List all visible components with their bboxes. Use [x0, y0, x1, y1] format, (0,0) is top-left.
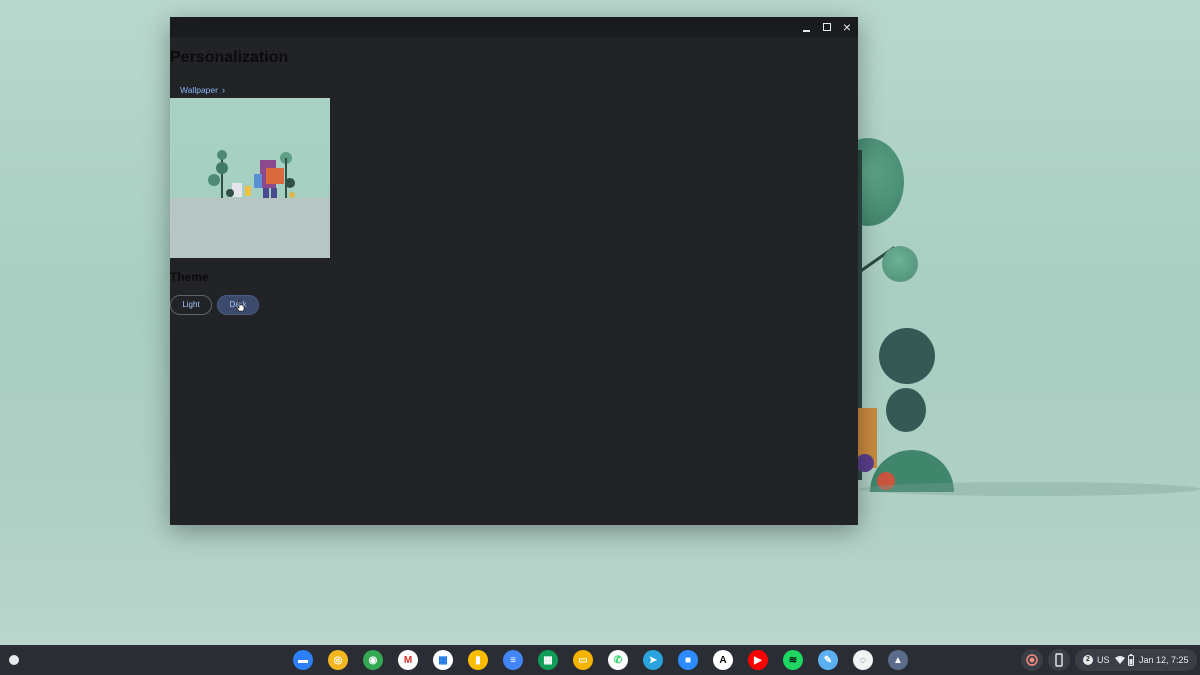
wallpaper-thumbnail-art [170, 150, 330, 258]
zoom-icon[interactable]: ■ [678, 650, 698, 670]
wifi-icon [1115, 656, 1125, 664]
wallpaper-preview[interactable] [170, 98, 330, 258]
wallpaper-tree-small [882, 246, 918, 282]
telegram-icon[interactable]: ➤ [643, 650, 663, 670]
notification-count-badge: 2 [1083, 655, 1093, 665]
window-titlebar[interactable]: × [170, 17, 858, 37]
personalization-app-icon[interactable]: ▲ [888, 650, 908, 670]
slides-icon[interactable]: ▭ [573, 650, 593, 670]
wallpaper-tree-dark-lower [886, 388, 926, 432]
chrome-canary-icon[interactable]: ◎ [328, 650, 348, 670]
theme-section-title: Theme [170, 270, 209, 284]
app-circle-icon[interactable]: ◌ [853, 650, 873, 670]
spotify-icon[interactable]: ≋ [783, 650, 803, 670]
breadcrumb-label: Wallpaper [180, 85, 218, 95]
shelf: ▬ ◎ ◉ M ▦ ▮ ≡ ▦ ▭ ✆ ➤ ■ A ▶ ≋ ✎ ◌ ▲ 2 US Jan 12, 7:25 [0, 645, 1200, 675]
chevron-right-icon: › [221, 85, 225, 95]
battery-icon [1128, 654, 1134, 666]
wallpaper-ball [856, 454, 874, 472]
minimize-icon[interactable] [799, 19, 815, 35]
files-icon[interactable]: ▬ [293, 650, 313, 670]
wallpaper-floor-shadow [860, 482, 1200, 496]
hand-cursor-icon [236, 300, 245, 312]
app-a-icon[interactable]: A [713, 650, 733, 670]
maximize-icon[interactable] [819, 19, 835, 35]
personalization-window: × Personalization Wallpaper › Theme Ligh… [170, 17, 858, 525]
gmail-icon[interactable]: M [398, 650, 418, 670]
whatsapp-icon[interactable]: ✆ [608, 650, 628, 670]
page-title: Personalization [170, 49, 289, 66]
sheets-icon[interactable]: ▦ [538, 650, 558, 670]
app-p-icon[interactable]: ✎ [818, 650, 838, 670]
wallpaper-tree-dark [879, 328, 935, 384]
breadcrumb-wallpaper[interactable]: Wallpaper › [180, 83, 225, 97]
close-icon[interactable]: × [839, 19, 855, 35]
calendar-icon[interactable]: ▦ [433, 650, 453, 670]
screen-record-icon[interactable] [1021, 649, 1043, 671]
keep-icon[interactable]: ▮ [468, 650, 488, 670]
datetime-label: Jan 12, 7:25 [1139, 655, 1189, 665]
status-area[interactable]: 2 US Jan 12, 7:25 [1075, 649, 1197, 671]
launcher-button[interactable] [9, 655, 19, 665]
chrome-icon[interactable]: ◉ [363, 650, 383, 670]
docs-icon[interactable]: ≡ [503, 650, 523, 670]
youtube-icon[interactable]: ▶ [748, 650, 768, 670]
input-method-label: US [1097, 655, 1110, 665]
theme-light-button[interactable]: Light [170, 295, 212, 315]
phone-hub-icon[interactable] [1048, 649, 1070, 671]
